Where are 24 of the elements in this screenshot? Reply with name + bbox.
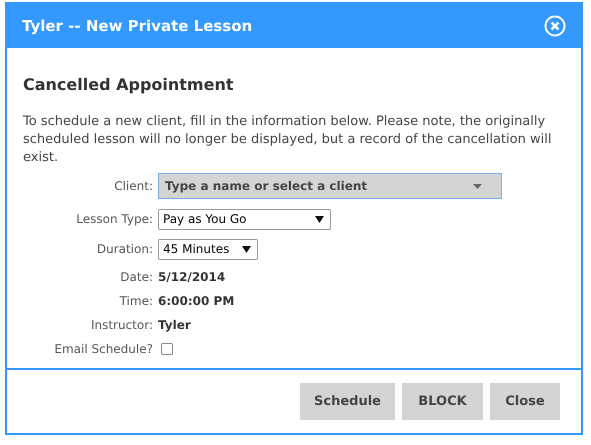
window-title: Tyler -- New Private Lesson	[22, 16, 252, 37]
client-combo-field[interactable]: Type a name or select a client	[158, 173, 502, 199]
field-label: Lesson Type:	[76, 212, 153, 226]
dialog-button[interactable]: Schedule	[300, 383, 395, 420]
dialog-button[interactable]: Close	[490, 383, 560, 420]
checkbox[interactable]	[161, 343, 173, 355]
field-value: 6:00:00 PM	[158, 293, 234, 310]
caret-icon	[315, 216, 324, 222]
close-icon[interactable]	[544, 15, 566, 37]
field-label: Date:	[120, 270, 153, 284]
field-value: 5/12/2014	[158, 269, 226, 286]
field-label: Time:	[120, 294, 153, 308]
field-label: Instructor:	[90, 318, 153, 332]
field-value: Tyler	[158, 317, 191, 334]
dropdown[interactable]: 45 Minutes	[158, 238, 258, 260]
caret-icon	[242, 246, 251, 252]
field-label: Duration:	[96, 242, 153, 256]
field-label: Client:	[114, 179, 153, 193]
dropdown[interactable]: Pay as You Go	[158, 208, 331, 230]
caret-icon	[473, 184, 482, 189]
section-heading: Cancelled Appointment	[23, 74, 234, 96]
dialog-button[interactable]: BLOCK	[402, 383, 483, 420]
field-label: Email Schedule?	[54, 342, 153, 356]
intro-text: To schedule a new client, fill in the information below. Please note, the originally scheduled lesson will no longer be displayed, but a record of the cancellation will exist.	[23, 113, 552, 167]
